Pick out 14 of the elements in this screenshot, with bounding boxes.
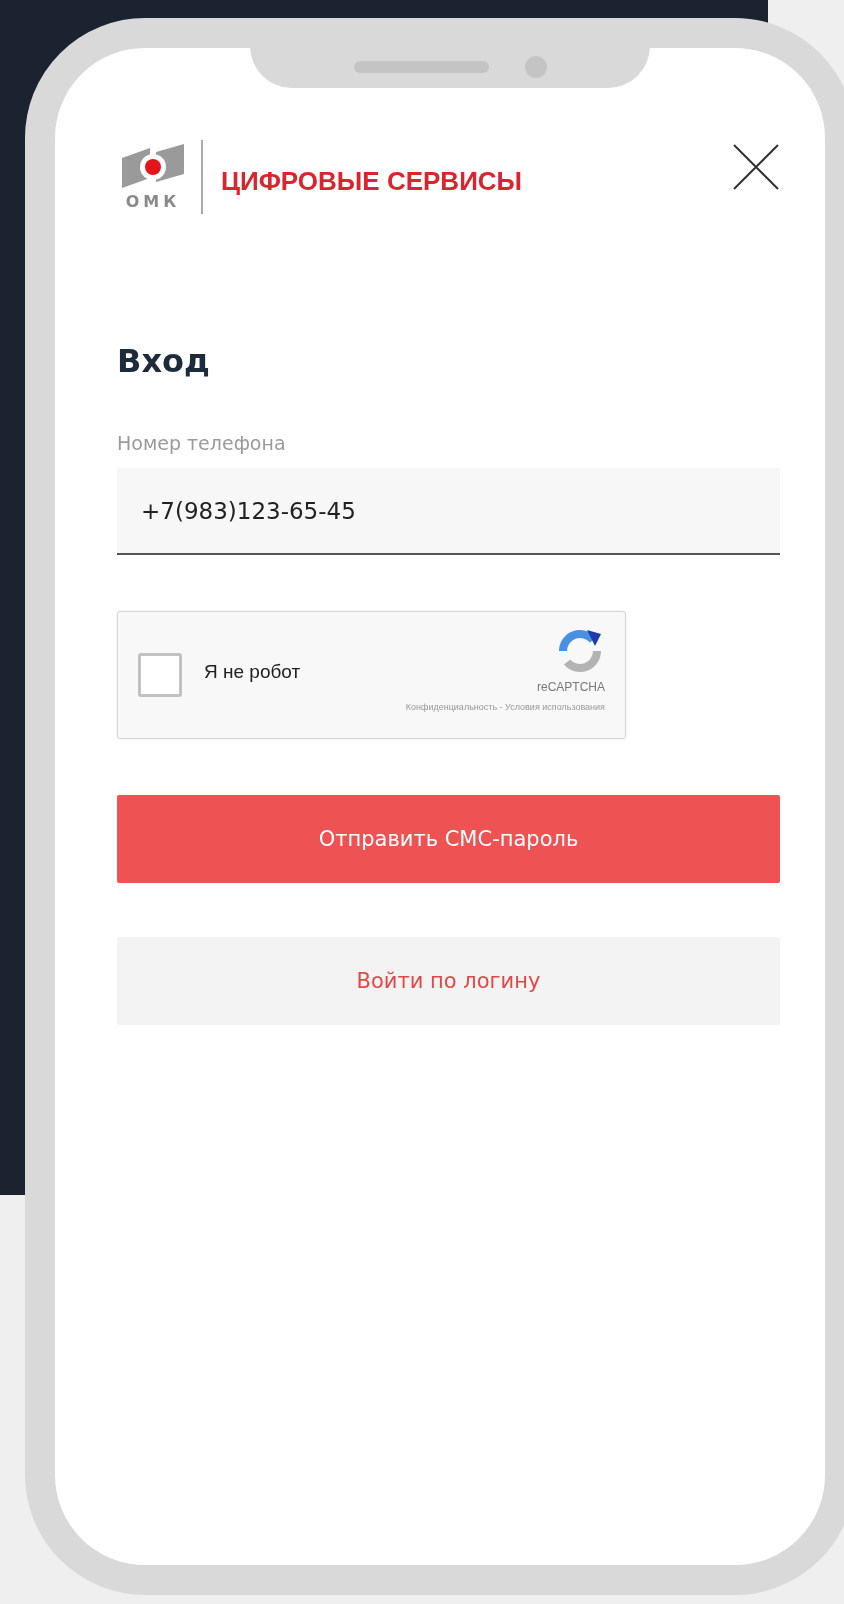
brand-title: ЦИФРОВЫЕ СЕРВИСЫ	[221, 165, 524, 197]
phone-input[interactable]: +7(983)123-65-45	[117, 468, 780, 555]
close-button[interactable]	[732, 143, 780, 191]
logo-text: ОМК	[125, 191, 181, 211]
send-sms-button[interactable]: Отправить СМС-пароль	[117, 795, 780, 883]
login-button[interactable]: Войти по логину	[117, 937, 780, 1025]
captcha-checkbox[interactable]	[138, 653, 182, 697]
captcha-brand: reCAPTCHA	[537, 680, 605, 694]
captcha-label: Я не робот	[204, 661, 302, 683]
logo-icon	[120, 143, 186, 190]
page-title: Вход	[117, 342, 211, 380]
captcha-links[interactable]: Конфиденциальность - Условия использования	[405, 702, 605, 712]
close-icon	[732, 143, 780, 191]
field-label: Номер телефона	[117, 432, 287, 454]
